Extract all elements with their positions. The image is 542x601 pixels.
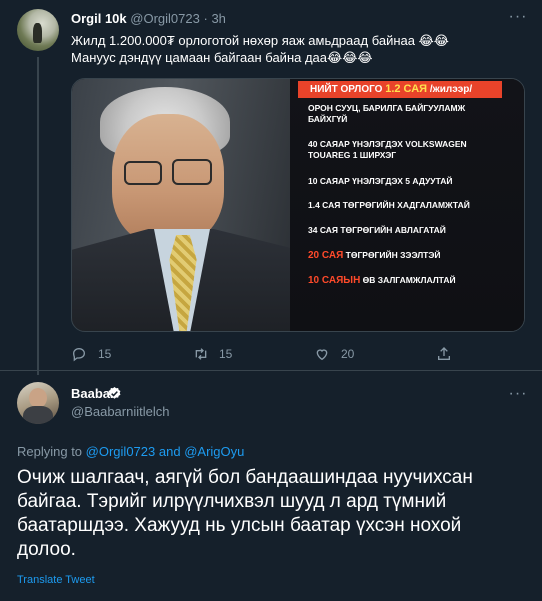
more-horizontal-icon[interactable]: ···	[508, 386, 528, 402]
translate-tweet-link[interactable]: Translate Tweet	[17, 574, 95, 586]
heart-icon	[316, 349, 328, 361]
income-infographic: НИЙТ ОРЛОГО 1.2 САЯ /жилээр/ ОРОН СУУЦ, …	[290, 79, 524, 331]
reply-count: 15	[98, 347, 112, 361]
tweet-text-line: долоо.	[17, 539, 76, 560]
tweet-text-line: Жилд 1.200.000₮ орлоготой нөхөр яаж амьд…	[71, 33, 449, 48]
avatar-baabar[interactable]	[17, 382, 59, 424]
tweet-image[interactable]: НИЙТ ОРЛОГО 1.2 САЯ /жилээр/ ОРОН СУУЦ, …	[71, 78, 525, 332]
infographic-item: 40 САЯАР ҮНЭЛЭГДЭХ VOLKSWAGEN TOUAREG 1 …	[308, 139, 467, 160]
infographic-item: ОРОН СУУЦ, БАРИЛГА БАЙГУУЛАМЖ БАЙХГҮЙ	[308, 103, 466, 124]
mention-link[interactable]: @Orgil0723	[86, 444, 156, 459]
tweet-text: Очиж шалгаач, аягүй бол бандаашиндаа нуу…	[17, 466, 522, 562]
tweet-divider	[0, 370, 542, 371]
share-icon	[438, 347, 450, 360]
portrait-photo	[72, 79, 290, 331]
thread-connector-line	[37, 57, 39, 375]
tweet-text-line: Мануус дэндүү цамаан байгаан байна даа😂😂…	[71, 50, 373, 65]
verified-badge-icon	[108, 386, 121, 399]
tweet-text-line: баатаршдээ. Хажууд нь улсын баатар үхсэн…	[17, 515, 462, 536]
header-prefix: НИЙТ ОРЛОГО	[310, 84, 383, 95]
like-count: 20	[341, 347, 355, 361]
infographic-item: 20 САЯ ТӨГРӨГИЙН ЗЭЭЛТЭЙ	[308, 250, 441, 261]
replying-to: Replying to @Orgil0723 and @ArigOyu	[17, 444, 244, 459]
header-highlight: 1.2 САЯ	[385, 83, 428, 95]
and-connector: and	[158, 444, 181, 459]
author-handle[interactable]: @Baabarniitlelch	[71, 404, 169, 419]
author-name[interactable]: Orgil 10k	[71, 11, 127, 26]
tweet-header: Orgil 10k @Orgil0723 · 3h	[71, 11, 226, 26]
infographic-item: 10 САЯЫН ӨВ ЗАЛГАМЖЛАЛТАЙ	[308, 275, 456, 286]
header-separator: ·	[203, 11, 208, 26]
more-horizontal-icon[interactable]: ···	[508, 9, 528, 25]
tweet-time[interactable]: 3h	[211, 11, 225, 26]
tweet-orgil[interactable]: Orgil 10k @Orgil0723 · 3h ··· Жилд 1.200…	[0, 0, 542, 375]
infographic-header: НИЙТ ОРЛОГО 1.2 САЯ /жилээр/	[298, 81, 502, 98]
tweet-text: Жилд 1.200.000₮ орлоготой нөхөр яаж амьд…	[71, 32, 511, 66]
tweet-text-line: байгаа. Тэрийг илрүүлчихвэл шууд л ард т…	[17, 491, 447, 512]
tweet-actions: 15 15 20	[71, 344, 511, 364]
retweet-count: 15	[219, 347, 233, 361]
mention-link[interactable]: @ArigOyu	[184, 444, 244, 459]
header-suffix: /жилээр/	[429, 84, 473, 95]
tweet-text-line: Очиж шалгаач, аягүй бол бандаашиндаа нуу…	[17, 467, 473, 488]
infographic-item: 1.4 САЯ ТӨГРӨГИЙН ХАДГАЛАМЖТАЙ	[308, 200, 470, 210]
reply-icon	[72, 347, 86, 362]
avatar-orgil[interactable]	[17, 9, 59, 51]
infographic-item: 34 САЯ ТӨГРӨГИЙН АВЛАГАТАЙ	[308, 225, 446, 235]
replying-prefix: Replying to	[17, 444, 83, 459]
retweet-icon	[195, 348, 207, 360]
author-handle[interactable]: @Orgil0723	[130, 11, 200, 26]
infographic-item: 10 САЯАР ҮНЭЛЭГДЭХ 5 АДУУТАЙ	[308, 176, 453, 186]
